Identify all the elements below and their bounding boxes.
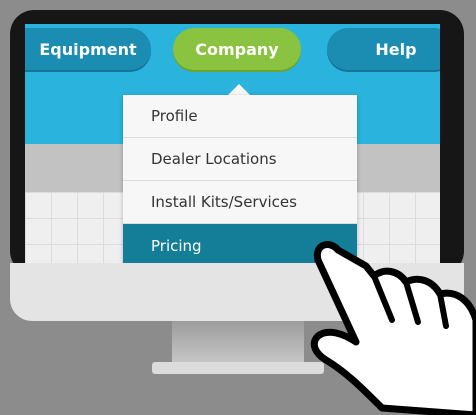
nav-equipment-label: Equipment — [39, 39, 137, 59]
screen: Equipment Company Help Profile Dealer Lo… — [25, 24, 440, 263]
monitor-stand — [172, 321, 304, 365]
menu-item-label: Pricing — [151, 237, 202, 255]
monitor-base — [152, 362, 324, 374]
menu-item-dealer-locations[interactable]: Dealer Locations — [123, 138, 357, 181]
menu-item-profile[interactable]: Profile — [123, 95, 357, 138]
pointing-hand-icon — [310, 241, 476, 415]
menu-item-label: Dealer Locations — [151, 150, 277, 168]
nav-equipment-button[interactable]: Equipment — [25, 28, 151, 70]
menu-item-install-kits[interactable]: Install Kits/Services — [123, 181, 357, 224]
menu-item-label: Profile — [151, 107, 198, 125]
menu-item-label: Install Kits/Services — [151, 193, 297, 211]
nav-help-button[interactable]: Help — [327, 28, 440, 70]
nav-company-label: Company — [195, 39, 279, 59]
nav-company-button[interactable]: Company — [173, 28, 301, 70]
nav-help-label: Help — [375, 39, 417, 59]
